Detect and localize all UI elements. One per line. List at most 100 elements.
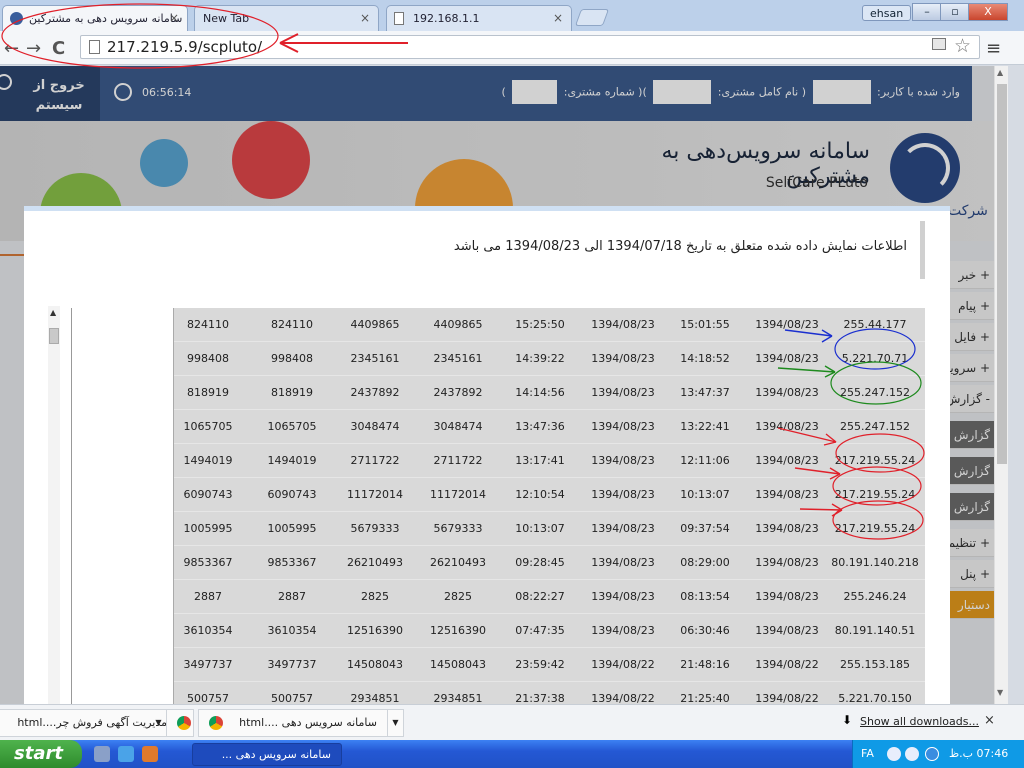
tray-icon[interactable] (887, 747, 901, 761)
scroll-thumb[interactable] (997, 84, 1007, 464)
start-button[interactable]: start (0, 740, 82, 768)
restore-button[interactable]: ▫ (940, 3, 970, 21)
table-cell: 11172014 (347, 488, 403, 501)
scroll-up-icon[interactable]: ▲ (997, 68, 1003, 77)
address-bar[interactable]: 217.219.5.9/scpluto/ (80, 35, 980, 59)
reload-icon[interactable]: C (52, 38, 65, 59)
minimize-button[interactable]: – (912, 3, 942, 21)
ip-address-cell: 255.153.185 (840, 658, 910, 671)
web-page: خروج از سیستم 06:56:14 وارد شده با کاربر… (0, 66, 1008, 704)
table-cell: 1394/08/23 (755, 420, 819, 433)
quicklaunch-icon[interactable] (94, 746, 110, 762)
scroll-thumb[interactable] (49, 328, 59, 344)
language-indicator[interactable]: FA (861, 740, 874, 768)
table-cell: 3497737 (267, 658, 317, 671)
table-cell: 1394/08/23 (755, 488, 819, 501)
profile-chip[interactable]: ehsan (862, 5, 912, 21)
ip-address-cell: 217.219.55.24 (834, 454, 916, 467)
tab-close-icon[interactable]: × (169, 11, 179, 25)
close-window-button[interactable]: X (968, 3, 1008, 21)
table-cell: 07:47:35 (515, 624, 565, 637)
table-row: 3497737 3497737 14508043 14508043 23:59:42 13… (174, 648, 925, 682)
table-cell: 2437892 (350, 386, 400, 399)
table-scrollbar[interactable]: ▲ (48, 306, 60, 704)
table-cell: 13:47:36 (515, 420, 565, 433)
start-label: start (14, 743, 63, 764)
tab-title: 192.168.1.1 (413, 12, 480, 25)
table-cell: 26210493 (430, 556, 486, 569)
table-cell: 08:22:27 (515, 590, 565, 603)
browser-titlebar: سامانه سرویس دهی به مشترکین × New Tab × … (0, 0, 1024, 31)
table-cell: 5679333 (350, 522, 400, 535)
download-item[interactable]: سامانه سرویس دهی ....html ▼ (198, 709, 404, 737)
table-cell: 1065705 (183, 420, 233, 433)
table-cell: 1394/08/23 (591, 556, 655, 569)
bookmark-star-icon[interactable]: ☆ (954, 35, 971, 57)
table-cell: 2825 (361, 590, 389, 603)
table-cell: 08:29:00 (680, 556, 730, 569)
table-cell: 2437892 (433, 386, 483, 399)
table-cell: 2711722 (433, 454, 483, 467)
tab-router[interactable]: 192.168.1.1 × (386, 5, 572, 31)
title-accent-bar (920, 221, 925, 279)
taskbar-item-label: سامانه سرویس دهی ... (221, 748, 331, 761)
table-cell: 1394/08/23 (591, 454, 655, 467)
chrome-icon (209, 716, 223, 730)
table-cell: 998408 (187, 352, 229, 365)
table-cell: 12516390 (347, 624, 403, 637)
table-row: 9853367 9853367 26210493 26210493 09:28:45 13… (174, 546, 925, 580)
table-cell: 9853367 (267, 556, 317, 569)
table-cell: 23:59:42 (515, 658, 565, 671)
chevron-down-icon[interactable]: ▼ (387, 710, 403, 736)
table-row: 1494019 1494019 2711722 2711722 13:17:41 1394… (174, 444, 925, 478)
table-cell: 1394/08/23 (755, 386, 819, 399)
info-icon[interactable] (925, 747, 939, 761)
download-filename: سامانه سرویس دهی ....html (239, 716, 377, 729)
table-cell: 1494019 (183, 454, 233, 467)
table-cell: 2887 (278, 590, 306, 603)
scroll-up-icon[interactable]: ▲ (50, 308, 56, 317)
scroll-down-icon[interactable]: ▼ (997, 688, 1003, 697)
table-cell: 08:13:54 (680, 590, 730, 603)
table-cell: 21:37:38 (515, 692, 565, 704)
ie-icon[interactable] (118, 746, 134, 762)
table-cell: 1005995 (267, 522, 317, 535)
table-cell: 824110 (271, 318, 313, 331)
table-cell: 1394/08/22 (591, 658, 655, 671)
table-cell: 1394/08/23 (755, 352, 819, 365)
tab-close-icon[interactable]: × (360, 11, 370, 25)
table-row: 500757 500757 2934851 2934851 21:37:38 1394/0… (174, 682, 925, 704)
table-cell: 9853367 (183, 556, 233, 569)
table-cell: 26210493 (347, 556, 403, 569)
table-cell: 1394/08/22 (755, 692, 819, 704)
show-all-downloads-link[interactable]: Show all downloads... (860, 715, 979, 728)
app-icon[interactable] (142, 746, 158, 762)
close-downloads-icon[interactable]: × (984, 713, 995, 728)
translate-icon[interactable] (932, 38, 946, 50)
table-cell: 1394/08/23 (591, 386, 655, 399)
table-row: 998408 998408 2345161 2345161 14:39:22 1394/0… (174, 342, 925, 376)
page-scrollbar[interactable]: ▲ ▼ (994, 66, 1008, 704)
screen: سامانه سرویس دهی به مشترکین × New Tab × … (0, 0, 1024, 768)
download-item[interactable]: ▼ مدیریت آگهی فروش چر....html (0, 709, 194, 737)
tab-new-tab[interactable]: New Tab × (194, 5, 379, 31)
tab-close-icon[interactable]: × (553, 11, 563, 25)
table-cell: 500757 (271, 692, 313, 704)
new-tab-button[interactable] (574, 9, 610, 26)
forward-icon[interactable]: → (26, 38, 41, 59)
back-icon[interactable]: ← (4, 38, 19, 59)
menu-icon[interactable]: ≡ (986, 38, 1001, 59)
tray-icon[interactable] (905, 747, 919, 761)
table-cell: 11172014 (430, 488, 486, 501)
chevron-down-icon[interactable]: ▼ (151, 710, 167, 736)
table-row: 824110 824110 4409865 4409865 15:25:50 1394/0… (174, 308, 925, 342)
sessions-table: 824110 824110 4409865 4409865 15:25:50 1394/0… (71, 308, 925, 704)
table-cell: 14508043 (347, 658, 403, 671)
tab-selfcare[interactable]: سامانه سرویس دهی به مشترکین × (2, 5, 188, 31)
table-row: 2887 2887 2825 2825 08:22:27 1394/08/23 08:13:… (174, 580, 925, 614)
url-text[interactable]: 217.219.5.9/scpluto/ (107, 38, 262, 56)
taskbar-item-browser[interactable]: سامانه سرویس دهی ... (192, 743, 342, 766)
blank-column (72, 308, 174, 704)
table-cell: 818919 (271, 386, 313, 399)
table-cell: 21:25:40 (680, 692, 730, 704)
